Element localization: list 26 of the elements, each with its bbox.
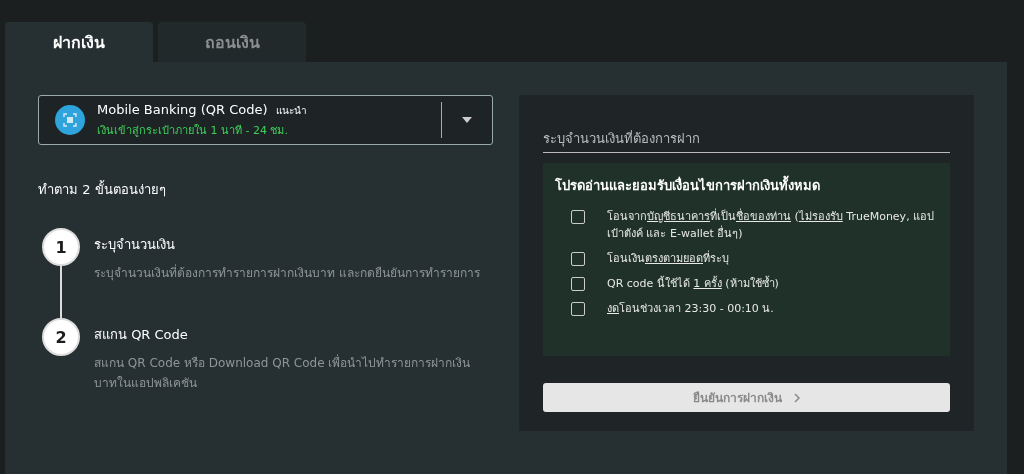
- term-text: โอนจากบัญชีธนาคารที่เป็นชื่อของท่าน (ไม่รองรับ TrueMoney, แอปเป๋าตังค์ และ E-wallet อื่นๆ): [607, 208, 936, 242]
- steps-title: ทำตาม 2 ขั้นตอนง่ายๆ: [38, 179, 167, 199]
- method-name: Mobile Banking (QR Code): [97, 101, 268, 117]
- step-title: ระบุจำนวนเงิน: [94, 236, 176, 255]
- step-number: 2: [42, 318, 80, 356]
- step-number: 1: [42, 228, 80, 266]
- checkbox[interactable]: [571, 252, 585, 266]
- step-description: ระบุจำนวนเงินที่ต้องการทำรายการฝากเงินบาท และกดยืนยันการทำรายการ: [94, 263, 481, 283]
- checkbox[interactable]: [571, 277, 585, 291]
- term-text: งดโอนช่วงเวลา 23:30 - 00:10 น.: [607, 301, 775, 317]
- recommended-tag: แนะนำ: [275, 102, 307, 118]
- payment-method-dropdown[interactable]: Mobile Banking (QR Code) แนะนำ เงินเข้าสู่กระเป๋าภายใน 1 นาที - 24 ชม.: [38, 95, 493, 145]
- tab[interactable]: ถอนเงิน: [158, 22, 306, 62]
- step-title: สแกน QR Code: [94, 326, 189, 344]
- caret-icon: [462, 117, 472, 123]
- amount-field[interactable]: ระบุจำนวนเงินที่ต้องการฝาก: [543, 129, 950, 153]
- checkbox[interactable]: [571, 210, 585, 224]
- term-text: QR code นี้ใช้ได้ 1 ครั้ง (ห้ามใช้ซ้ำ): [607, 275, 780, 292]
- term-text: โอนเงินตรงตามยอดที่ระบุ: [607, 250, 730, 267]
- tab[interactable]: ฝากเงิน: [5, 22, 153, 62]
- qr-code-icon: [55, 105, 85, 135]
- step-description: สแกน QR Code หรือ Download QR Code เพื่อนำไปทำรายการฝากเงินบาทในแอปพลิเคชัน: [94, 353, 472, 392]
- method-note: เงินเข้าสู่กระเป๋าภายใน 1 นาที - 24 ชม.: [97, 122, 289, 139]
- checkbox[interactable]: [571, 302, 585, 316]
- chevron-right-icon: [794, 392, 800, 403]
- terms-title: โปรดอ่านและยอมรับเงื่อนไขการฝากเงินทั้งหมด: [555, 175, 938, 196]
